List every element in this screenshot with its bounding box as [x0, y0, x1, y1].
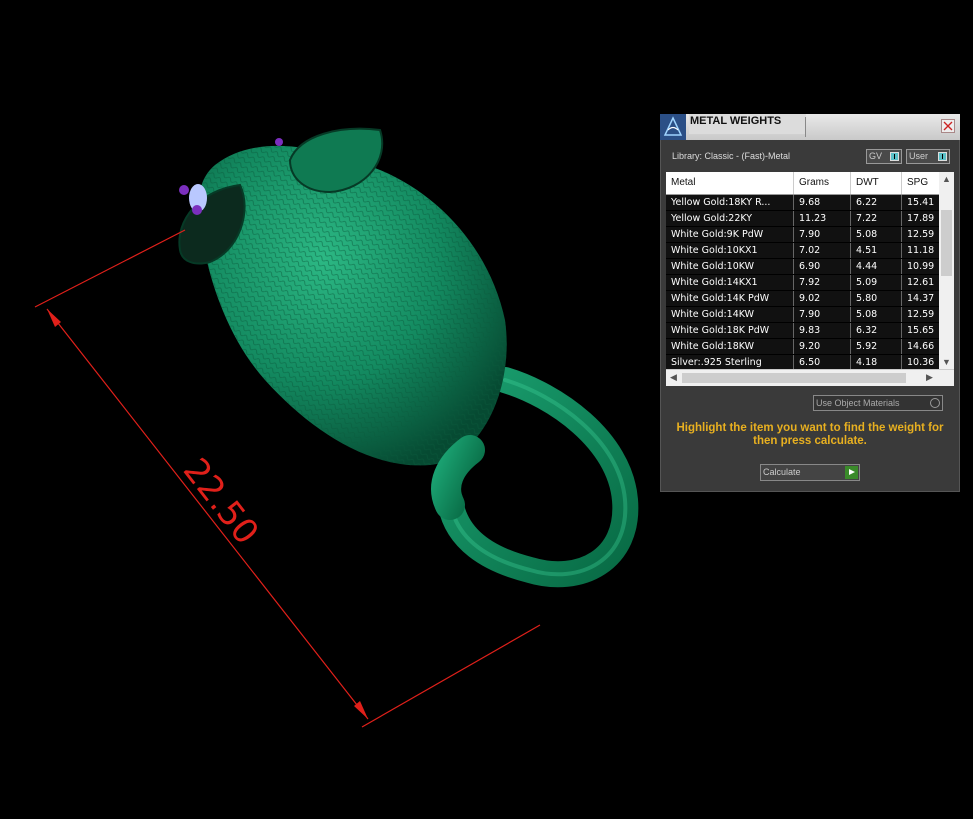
table-cell-grams: 9.02 — [794, 291, 851, 306]
table-row[interactable]: White Gold:14KW 7.90 5.08 12.59 — [666, 307, 942, 322]
table-cell-dwt: 6.22 — [851, 195, 902, 210]
scrollbar-thumb[interactable] — [682, 373, 906, 383]
eye-gem-2 — [192, 205, 202, 215]
table-row[interactable]: White Gold:14K PdW 9.02 5.80 14.37 — [666, 291, 942, 306]
table-cell-dwt: 5.08 — [851, 227, 902, 242]
use-object-materials-toggle[interactable]: Use Object Materials — [813, 395, 943, 411]
scrollbar-thumb[interactable] — [941, 210, 952, 276]
table-cell-dwt: 5.09 — [851, 275, 902, 290]
scroll-right-icon[interactable]: ▶ — [926, 372, 933, 383]
eye-gem-1 — [179, 185, 189, 195]
metal-weights-panel: METAL WEIGHTS Library: Classic - (Fast)-… — [660, 114, 960, 492]
table-cell-metal: White Gold:10KX1 — [666, 243, 794, 258]
column-header-metal[interactable]: Metal — [666, 172, 794, 194]
table-cell-dwt: 5.08 — [851, 307, 902, 322]
vertical-scrollbar[interactable]: ▲ ▼ — [939, 172, 954, 369]
scroll-down-icon[interactable]: ▼ — [942, 357, 951, 367]
table-cell-grams: 9.83 — [794, 323, 851, 338]
radio-icon — [930, 398, 940, 408]
table-cell-dwt: 4.18 — [851, 355, 902, 370]
table-row[interactable]: Silver:.925 Sterling 6.50 4.18 10.36 — [666, 355, 942, 370]
scroll-up-icon[interactable]: ▲ — [942, 174, 951, 184]
table-cell-metal: White Gold:18K PdW — [666, 323, 794, 338]
table-cell-metal: White Gold:14KW — [666, 307, 794, 322]
metal-table: Metal Grams DWT SPG Yellow Gold:18KY R..… — [666, 172, 954, 386]
table-cell-dwt: 4.44 — [851, 259, 902, 274]
table-cell-metal: Yellow Gold:18KY R... — [666, 195, 794, 210]
table-cell-spg: 15.41 — [902, 195, 942, 210]
extension-line-bottom — [361, 624, 541, 728]
scroll-left-icon[interactable]: ◀ — [670, 372, 677, 383]
table-row[interactable]: White Gold:10KW 6.90 4.44 10.99 — [666, 259, 942, 274]
table-cell-metal: Silver:.925 Sterling — [666, 355, 794, 370]
play-icon — [845, 466, 858, 479]
table-cell-spg: 12.59 — [902, 227, 942, 242]
table-cell-grams: 7.90 — [794, 227, 851, 242]
table-cell-dwt: 4.51 — [851, 243, 902, 258]
table-cell-metal: White Gold:14KX1 — [666, 275, 794, 290]
table-row[interactable]: Yellow Gold:18KY R... 9.68 6.22 15.41 — [666, 195, 942, 210]
dimension-value: 22.50 — [175, 451, 266, 552]
eye-gem-3 — [275, 138, 283, 146]
panel-title: METAL WEIGHTS — [689, 114, 806, 134]
table-cell-metal: White Gold:14K PdW — [666, 291, 794, 306]
table-cell-spg: 15.65 — [902, 323, 942, 338]
table-cell-grams: 7.92 — [794, 275, 851, 290]
instruction-text: Highlight the item you want to find the … — [676, 422, 944, 447]
close-icon — [943, 121, 953, 131]
table-cell-spg: 14.37 — [902, 291, 942, 306]
table-cell-spg: 12.59 — [902, 307, 942, 322]
close-button[interactable] — [941, 119, 955, 133]
table-cell-dwt: 6.32 — [851, 323, 902, 338]
table-cell-spg: 11.18 — [902, 243, 942, 258]
table-cell-dwt: 5.92 — [851, 339, 902, 354]
table-cell-grams: 9.20 — [794, 339, 851, 354]
column-header-spg[interactable]: SPG — [902, 172, 942, 194]
table-row[interactable]: Yellow Gold:22KY 11.23 7.22 17.89 — [666, 211, 942, 226]
table-cell-metal: White Gold:18KW — [666, 339, 794, 354]
table-cell-grams: 6.90 — [794, 259, 851, 274]
library-label: Library: Classic - (Fast)-Metal — [672, 151, 791, 161]
table-cell-dwt: 5.80 — [851, 291, 902, 306]
table-row[interactable]: White Gold:9K PdW 7.90 5.08 12.59 — [666, 227, 942, 242]
app-logo-icon — [660, 114, 686, 140]
table-cell-metal: White Gold:10KW — [666, 259, 794, 274]
table-cell-spg: 14.66 — [902, 339, 942, 354]
extension-line-top — [34, 229, 186, 308]
table-cell-spg: 12.61 — [902, 275, 942, 290]
table-row[interactable]: White Gold:10KX1 7.02 4.51 11.18 — [666, 243, 942, 258]
table-cell-grams: 6.50 — [794, 355, 851, 370]
table-cell-metal: White Gold:9K PdW — [666, 227, 794, 242]
user-toggle[interactable]: User — [906, 149, 950, 164]
panel-header: METAL WEIGHTS — [660, 114, 960, 140]
table-cell-grams: 9.68 — [794, 195, 851, 210]
horizontal-scrollbar[interactable]: ◀ ▶ — [666, 369, 954, 386]
table-cell-spg: 10.36 — [902, 355, 942, 370]
column-header-grams[interactable]: Grams — [794, 172, 851, 194]
table-row[interactable]: White Gold:18K PdW 9.83 6.32 15.65 — [666, 323, 942, 338]
table-header: Metal Grams DWT SPG — [666, 172, 954, 195]
table-body: Yellow Gold:18KY R... 9.68 6.22 15.41 Yellow… — [666, 195, 942, 370]
gv-toggle[interactable]: GV — [866, 149, 902, 164]
table-cell-grams: 7.90 — [794, 307, 851, 322]
table-row[interactable]: White Gold:18KW 9.20 5.92 14.66 — [666, 339, 942, 354]
table-cell-metal: Yellow Gold:22KY — [666, 211, 794, 226]
table-cell-spg: 17.89 — [902, 211, 942, 226]
toggle-knob-icon — [890, 152, 899, 161]
table-cell-spg: 10.99 — [902, 259, 942, 274]
table-row[interactable]: White Gold:14KX1 7.92 5.09 12.61 — [666, 275, 942, 290]
table-cell-grams: 11.23 — [794, 211, 851, 226]
table-cell-grams: 7.02 — [794, 243, 851, 258]
column-header-dwt[interactable]: DWT — [851, 172, 902, 194]
calculate-button[interactable]: Calculate — [760, 464, 860, 481]
table-cell-dwt: 7.22 — [851, 211, 902, 226]
toggle-knob-icon — [938, 152, 947, 161]
